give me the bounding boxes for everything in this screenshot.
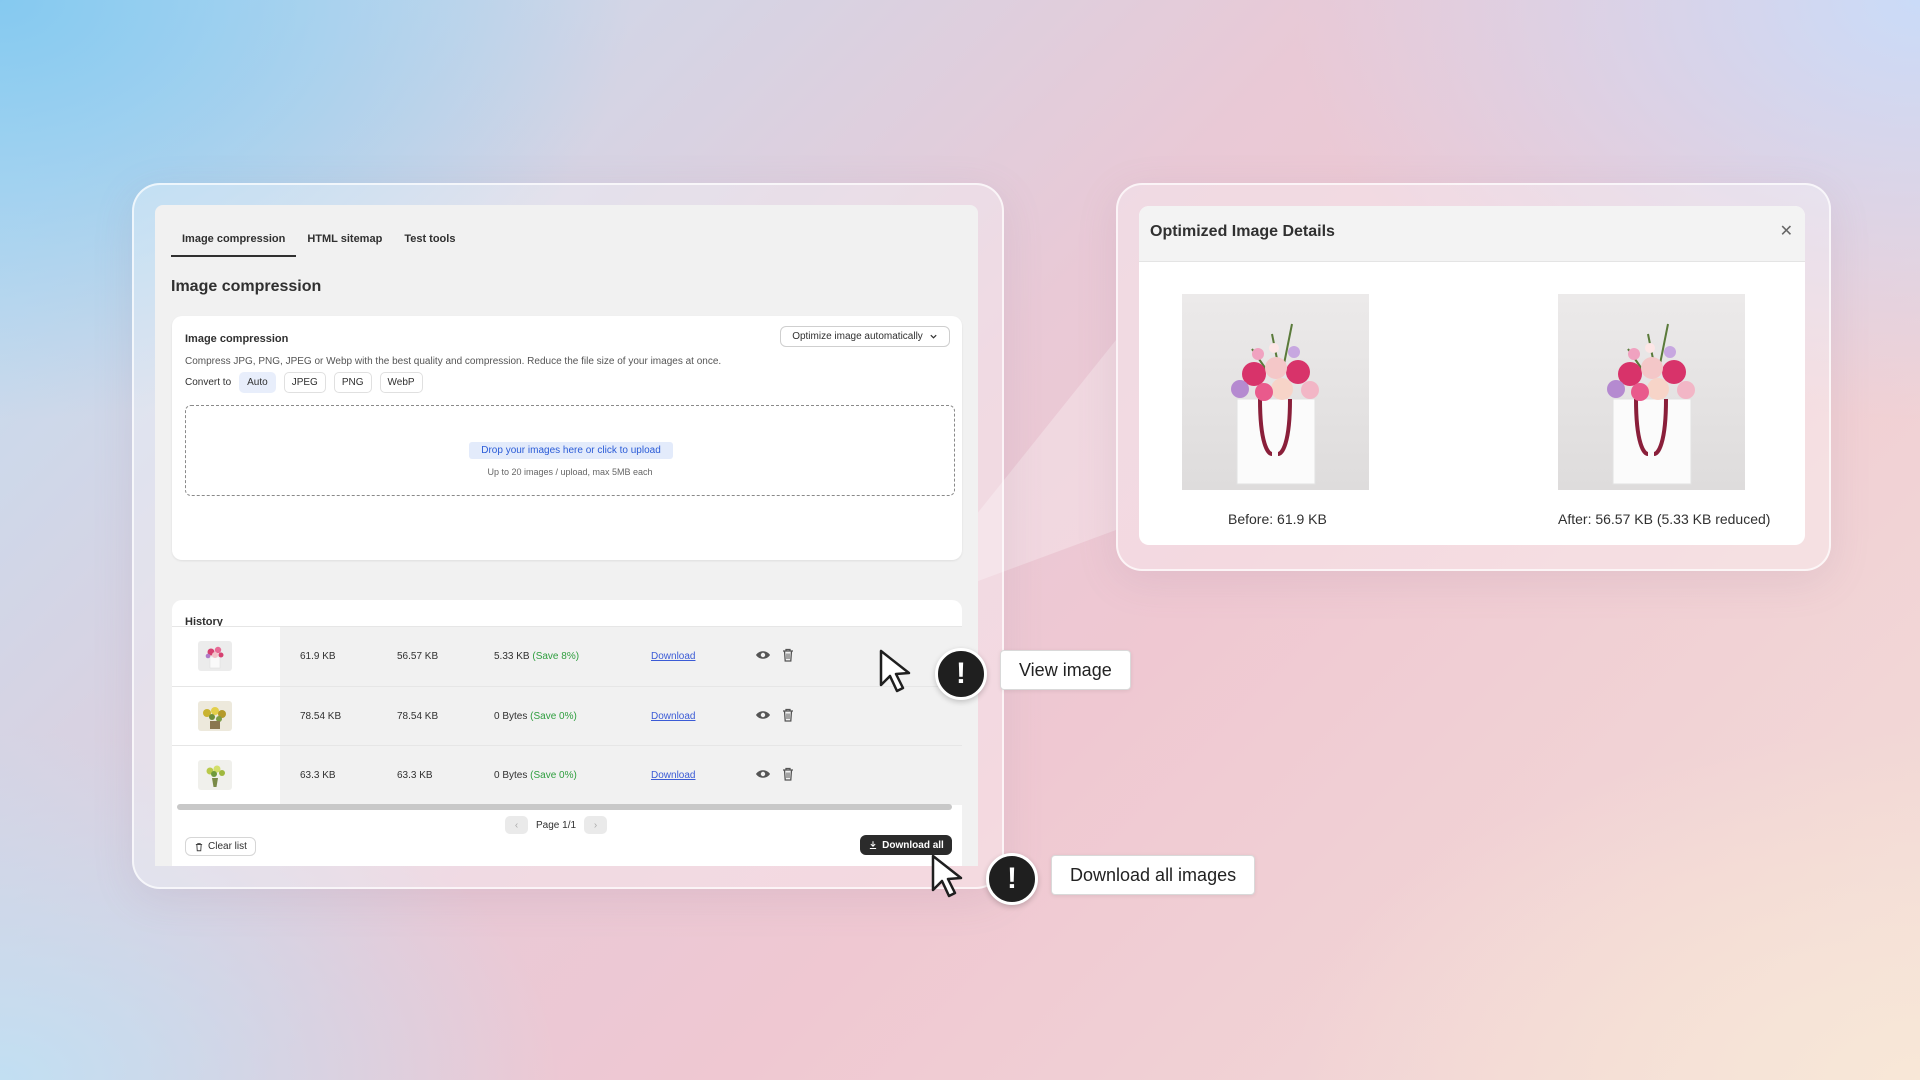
download-all-label: Download all [882, 839, 944, 851]
trash-icon [195, 842, 203, 851]
download-link[interactable]: Download [651, 770, 695, 781]
convert-label: Convert to [185, 377, 232, 388]
size-after: 63.3 KB [397, 770, 433, 781]
format-webp-button[interactable]: WebP [379, 372, 423, 393]
size-saved: 5.33 KB (Save 8%) [494, 651, 579, 662]
app-window: Image compression HTML sitemap Test tool… [155, 205, 978, 866]
table-row: 61.9 KB 56.57 KB 5.33 KB (Save 8%) Downl… [172, 626, 962, 686]
row-data: 61.9 KB 56.57 KB 5.33 KB (Save 8%) Downl… [280, 627, 962, 686]
size-after: 78.54 KB [397, 711, 439, 722]
upload-button[interactable]: Drop your images here or click to upload [469, 442, 673, 459]
chevron-down-icon [930, 334, 937, 339]
modal-header: Optimized Image Details ✕ [1139, 206, 1805, 262]
card-title: Image compression [185, 333, 289, 345]
next-page-button[interactable]: › [584, 816, 608, 834]
eye-icon[interactable] [755, 707, 771, 723]
thumbnail-image [198, 760, 232, 790]
clear-list-button[interactable]: Clear list [185, 837, 256, 856]
close-icon[interactable]: ✕ [1780, 221, 1793, 241]
size-saved: 0 Bytes (Save 0%) [494, 770, 577, 781]
download-link[interactable]: Download [651, 651, 695, 662]
thumbnail-cell [172, 746, 280, 805]
after-image [1558, 294, 1745, 490]
cursor-arrow-icon [931, 854, 963, 898]
size-before: 78.54 KB [300, 711, 342, 722]
tab-html-sitemap[interactable]: HTML sitemap [296, 221, 393, 257]
save-percent: (Save 0%) [530, 770, 577, 781]
table-row: 78.54 KB 78.54 KB 0 Bytes (Save 0%) Down… [172, 686, 962, 746]
size-after: 56.57 KB [397, 651, 439, 662]
thumbnail-image [198, 641, 232, 671]
format-auto-button[interactable]: Auto [239, 372, 276, 393]
eye-icon[interactable] [755, 647, 771, 663]
trash-icon[interactable] [780, 766, 796, 782]
row-data: 78.54 KB 78.54 KB 0 Bytes (Save 0%) Down… [280, 687, 962, 746]
download-all-callout: Download all images [1051, 855, 1256, 895]
page-title: Image compression [171, 278, 322, 295]
download-link[interactable]: Download [651, 711, 695, 722]
compression-card: Image compression Optimize image automat… [172, 316, 962, 560]
download-all-button[interactable]: Download all [860, 835, 952, 855]
tab-bar: Image compression HTML sitemap Test tool… [171, 221, 466, 257]
alert-badge-icon: ! [986, 853, 1038, 905]
size-before: 63.3 KB [300, 770, 336, 781]
view-image-callout: View image [1000, 650, 1131, 690]
before-caption: Before: 61.9 KB [1228, 511, 1327, 527]
saved-amount: 0 Bytes [494, 770, 528, 781]
save-percent: (Save 8%) [532, 651, 580, 662]
after-caption: After: 56.57 KB (5.33 KB reduced) [1558, 511, 1771, 527]
trash-icon[interactable] [780, 707, 796, 723]
pagination: ‹ Page 1/1 › [505, 816, 608, 834]
before-image [1182, 294, 1369, 490]
thumbnail-cell [172, 627, 280, 686]
convert-row: Convert to Auto JPEG PNG WebP [185, 372, 423, 393]
thumbnail-image [198, 701, 232, 731]
optimize-select[interactable]: Optimize image automatically [780, 326, 950, 347]
saved-amount: 0 Bytes [494, 711, 528, 722]
download-icon [870, 841, 877, 849]
clear-list-label: Clear list [208, 841, 247, 852]
cursor-arrow-icon [879, 649, 911, 693]
tab-test-tools[interactable]: Test tools [393, 221, 466, 257]
size-saved: 0 Bytes (Save 0%) [494, 711, 577, 722]
tab-image-compression[interactable]: Image compression [171, 221, 297, 257]
eye-icon[interactable] [755, 766, 771, 782]
upload-hint: Up to 20 images / upload, max 5MB each [487, 467, 653, 477]
format-jpeg-button[interactable]: JPEG [283, 372, 326, 393]
optimize-select-value: Optimize image automatically [792, 331, 923, 342]
trash-icon[interactable] [780, 647, 796, 663]
thumbnail-cell [172, 687, 280, 746]
row-data: 63.3 KB 63.3 KB 0 Bytes (Save 0%) Downlo… [280, 746, 962, 805]
page-indicator: Page 1/1 [536, 819, 577, 831]
card-description: Compress JPG, PNG, JPEG or Webp with the… [185, 356, 722, 367]
history-card: History 61.9 KB 56.57 KB 5.33 KB (Save 8… [172, 600, 962, 866]
table-row: 63.3 KB 63.3 KB 0 Bytes (Save 0%) Downlo… [172, 745, 962, 805]
save-percent: (Save 0%) [530, 711, 577, 722]
image-details-modal: Optimized Image Details ✕ Before: 61.9 K… [1139, 206, 1805, 545]
alert-badge-icon: ! [935, 648, 987, 700]
horizontal-scrollbar[interactable] [177, 804, 952, 810]
modal-title: Optimized Image Details [1150, 223, 1335, 240]
prev-page-button[interactable]: ‹ [505, 816, 528, 834]
format-png-button[interactable]: PNG [333, 372, 372, 393]
size-before: 61.9 KB [300, 651, 336, 662]
upload-dropzone[interactable]: Drop your images here or click to upload… [185, 405, 955, 496]
saved-amount: 5.33 KB [494, 651, 530, 662]
